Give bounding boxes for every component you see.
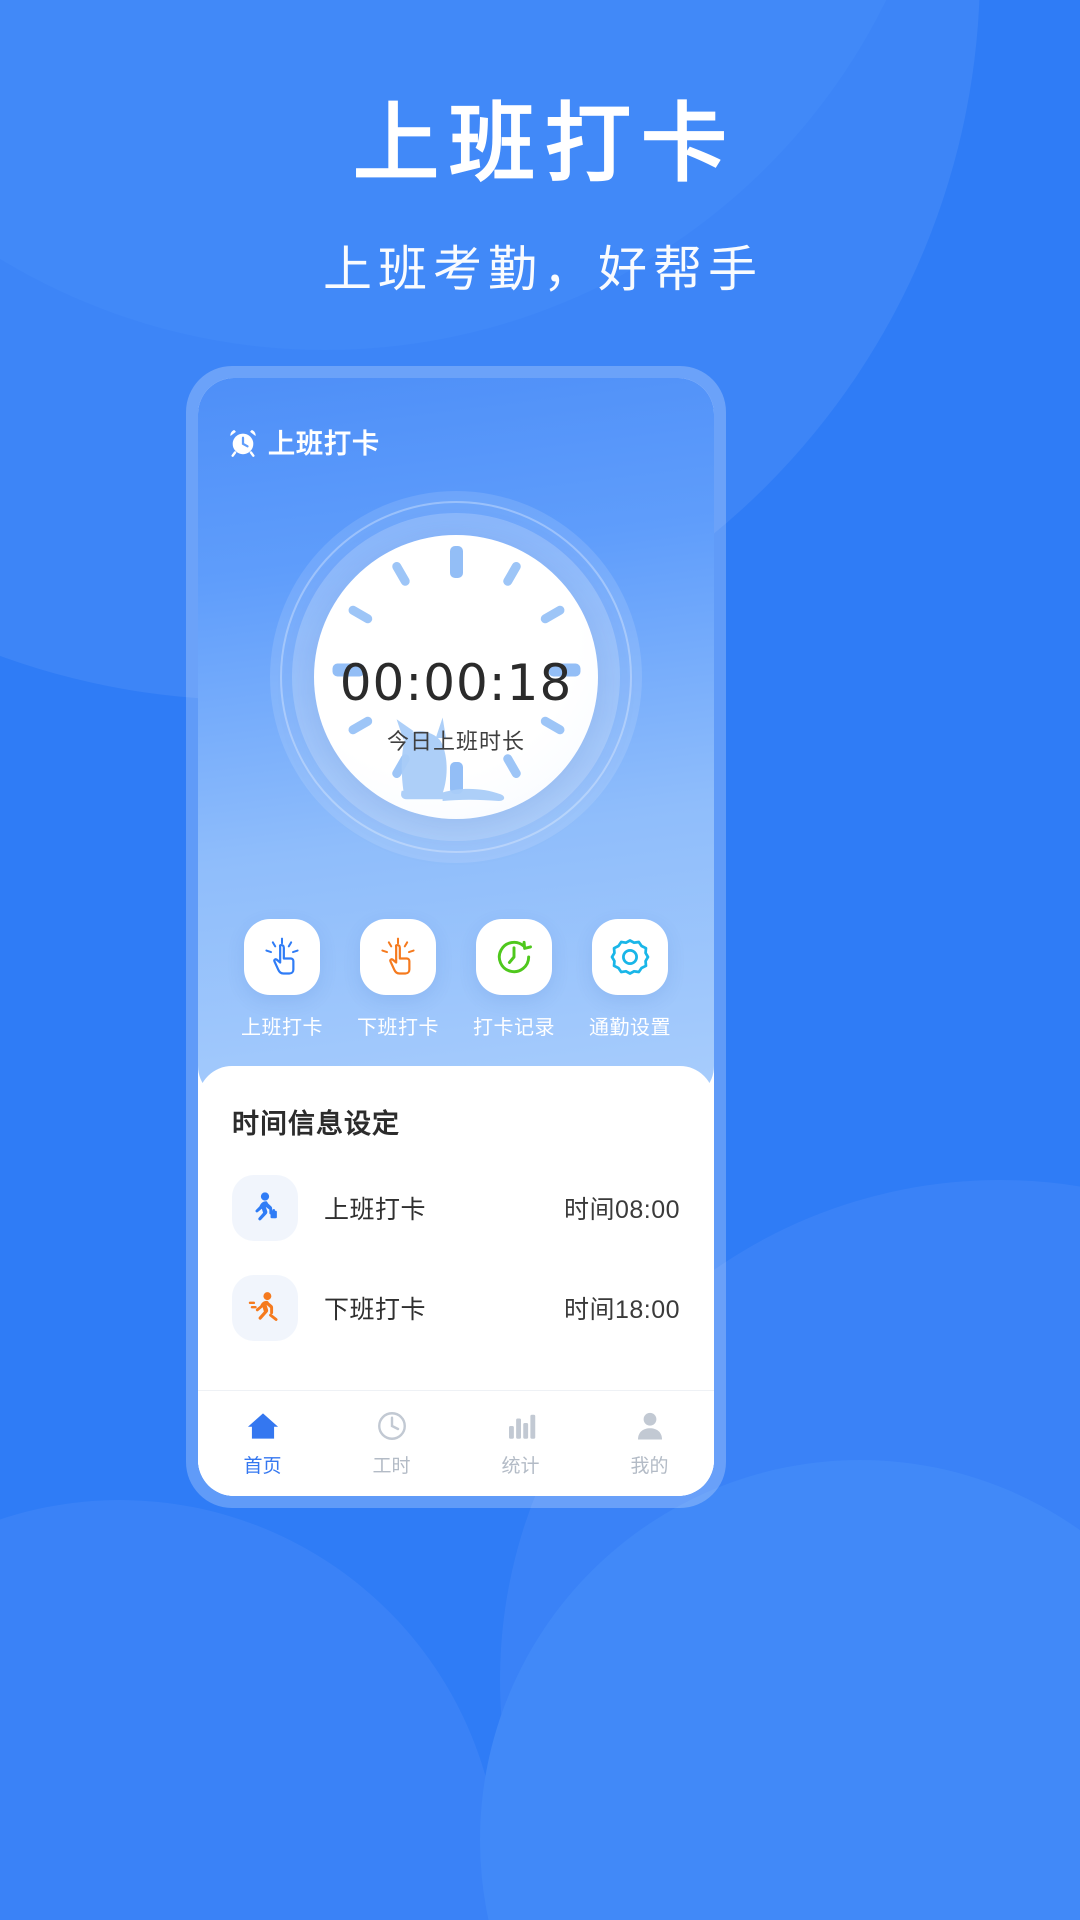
alarm-clock-icon <box>228 427 258 457</box>
app-header: 上班打卡 <box>198 406 714 461</box>
action-button-row: 上班打卡 下班打卡 打卡记录 通勤设置 <box>198 919 714 1040</box>
tab-statistics-label: 统计 <box>501 1456 540 1477</box>
clock-widget: 00:00:18 今日上班时长 <box>198 467 714 915</box>
action-records[interactable]: 打卡记录 <box>466 919 562 1040</box>
action-records-label: 打卡记录 <box>473 1017 555 1039</box>
clock-icon <box>327 1405 456 1447</box>
tab-home[interactable]: 首页 <box>198 1405 327 1478</box>
hero-section: 上班打卡 上班考勤，好帮手 <box>0 96 1080 301</box>
clock-history-icon <box>497 940 532 974</box>
clock-tick <box>390 560 411 588</box>
bar-chart-icon <box>456 1405 585 1447</box>
settings-row-clock-out[interactable]: 下班打卡 时间18:00 <box>232 1275 680 1341</box>
person-icon <box>585 1405 714 1447</box>
clock-tick <box>449 546 463 578</box>
app-top-section: 上班打卡 00:00:18 今日上班时长 上班打卡 下班打卡 打卡记录 通勤设置 <box>198 378 714 1100</box>
timer-display: 00:00:18 <box>339 654 573 713</box>
clock-tick <box>501 560 522 588</box>
settings-row-clock-out-value: 时间18:00 <box>563 1296 680 1324</box>
page-title: 上班打卡 <box>353 96 737 192</box>
walking-person-icon <box>255 1192 277 1221</box>
action-clock-out-label: 下班打卡 <box>357 1017 439 1039</box>
action-clock-in-label: 上班打卡 <box>241 1017 323 1039</box>
settings-row-clock-in-value: 时间08:00 <box>563 1196 680 1224</box>
action-clock-out[interactable]: 下班打卡 <box>350 919 446 1040</box>
tab-home-label: 首页 <box>243 1456 282 1477</box>
action-records-circle[interactable] <box>476 919 552 995</box>
clock-dial: 00:00:18 今日上班时长 <box>314 535 598 819</box>
tap-finger-icon <box>381 937 415 975</box>
action-commute-settings[interactable]: 通勤设置 <box>582 919 678 1040</box>
tab-worktime[interactable]: 工时 <box>327 1405 456 1478</box>
tab-worktime-label: 工时 <box>372 1456 411 1477</box>
action-commute-settings-label: 通勤设置 <box>589 1017 671 1039</box>
gear-icon <box>610 939 650 975</box>
settings-card: 时间信息设定 上班打卡 时间08:00 下班打卡 时间18:00 首页 工时 统… <box>198 1066 714 1496</box>
action-clock-in[interactable]: 上班打卡 <box>234 919 330 1040</box>
tab-profile-label: 我的 <box>630 1456 669 1477</box>
action-clock-out-circle[interactable] <box>360 919 436 995</box>
settings-row-clock-out-icon-bg <box>232 1275 298 1341</box>
action-commute-settings-circle[interactable] <box>592 919 668 995</box>
timer-label: 今日上班时长 <box>386 729 525 755</box>
tab-statistics[interactable]: 统计 <box>456 1405 585 1478</box>
bottom-tab-bar: 首页 工时 统计 我的 <box>198 1390 714 1496</box>
action-clock-in-circle[interactable] <box>244 919 320 995</box>
settings-row-clock-out-label: 下班打卡 <box>324 1296 427 1324</box>
settings-row-clock-in-icon-bg <box>232 1175 298 1241</box>
settings-card-title: 时间信息设定 <box>232 1109 400 1139</box>
clock-tick <box>538 604 566 625</box>
page-subtitle: 上班考勤，好帮手 <box>322 243 763 298</box>
settings-row-clock-in-label: 上班打卡 <box>324 1196 427 1224</box>
app-header-title: 上班打卡 <box>268 429 380 459</box>
tab-profile[interactable]: 我的 <box>585 1405 714 1478</box>
running-person-icon <box>248 1292 278 1321</box>
tap-finger-icon <box>265 937 299 975</box>
phone-screen: 上班打卡 00:00:18 今日上班时长 上班打卡 下班打卡 打卡记录 通勤设置… <box>198 378 714 1496</box>
home-icon <box>198 1405 327 1447</box>
clock-tick <box>346 604 374 625</box>
phone-mockup-frame: 上班打卡 00:00:18 今日上班时长 上班打卡 下班打卡 打卡记录 通勤设置… <box>186 366 726 1508</box>
settings-row-clock-in[interactable]: 上班打卡 时间08:00 <box>232 1175 680 1241</box>
